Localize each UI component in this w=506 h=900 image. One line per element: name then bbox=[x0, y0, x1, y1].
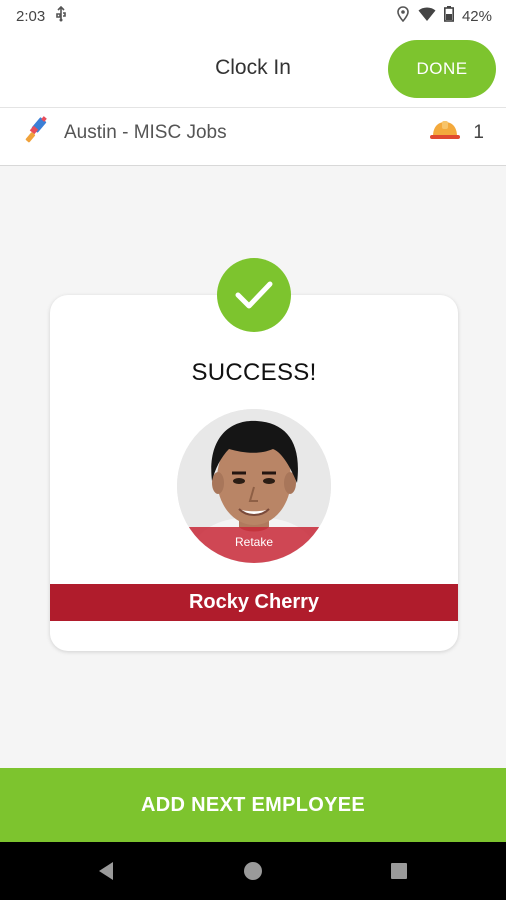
success-text: SUCCESS! bbox=[191, 359, 317, 386]
success-card: SUCCESS! Retake Rocky Cherry bbox=[50, 295, 458, 651]
recents-icon[interactable] bbox=[369, 842, 429, 900]
crew-count: 1 bbox=[473, 122, 484, 143]
location-icon bbox=[396, 6, 410, 26]
employee-name: Rocky Cherry bbox=[50, 584, 458, 621]
add-next-employee-button[interactable]: ADD NEXT EMPLOYEE bbox=[0, 768, 506, 842]
check-icon bbox=[217, 258, 291, 332]
home-icon[interactable] bbox=[223, 842, 283, 900]
hard-hat-icon bbox=[429, 119, 461, 147]
job-name: Austin - MISC Jobs bbox=[64, 122, 227, 143]
done-button[interactable]: DONE bbox=[388, 40, 496, 98]
usb-icon bbox=[55, 5, 67, 26]
battery-percent: 42% bbox=[461, 7, 492, 25]
app-header: Clock In DONE bbox=[0, 32, 506, 108]
wifi-icon bbox=[418, 7, 436, 26]
retake-button[interactable]: Retake bbox=[177, 527, 331, 563]
battery-icon bbox=[443, 6, 454, 26]
status-time: 2:03 bbox=[16, 7, 46, 25]
tools-icon bbox=[22, 115, 54, 152]
back-icon[interactable] bbox=[76, 842, 136, 900]
status-right: 42% bbox=[396, 6, 492, 26]
job-info: Austin - MISC Jobs bbox=[22, 108, 227, 158]
status-bar: 2:03 42% bbox=[0, 0, 506, 32]
crew-info: 1 bbox=[429, 108, 484, 158]
status-left: 2:03 bbox=[16, 5, 67, 26]
navigation-bar bbox=[0, 842, 506, 900]
avatar[interactable]: Retake bbox=[177, 409, 331, 563]
job-bar[interactable]: Austin - MISC Jobs 1 bbox=[0, 108, 506, 166]
